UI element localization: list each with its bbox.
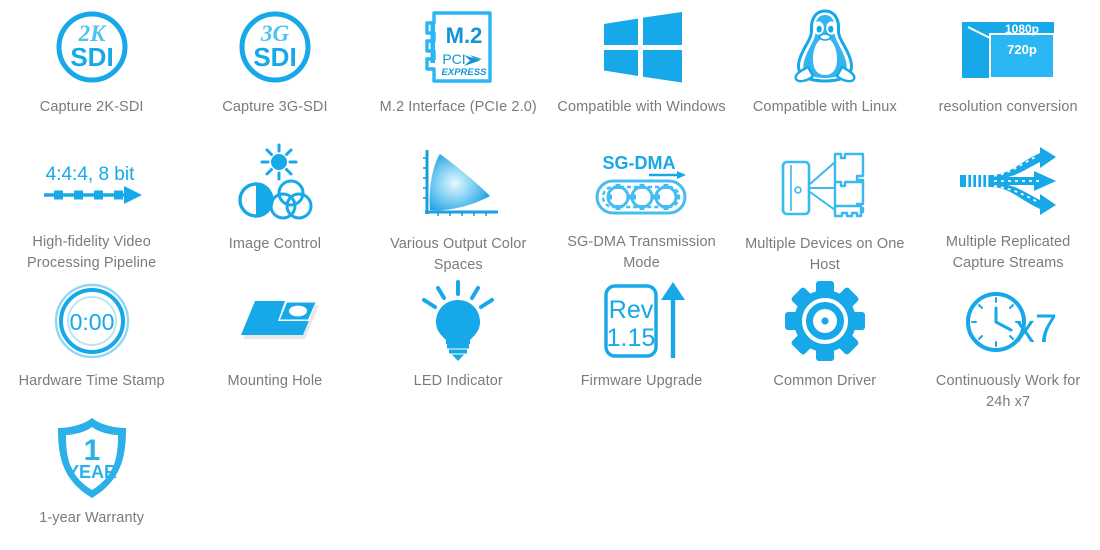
icon-text-version: 1.15 — [606, 324, 655, 352]
feature-label: M.2 Interface (PCIe 2.0) — [379, 99, 537, 115]
icon-text-time: 0:00 — [69, 309, 114, 335]
feature-label: Common Driver — [773, 373, 877, 389]
lightbulb-icon — [403, 280, 513, 361]
feature-label: Image Control — [228, 236, 322, 252]
clock-x7-icon: x7 — [953, 282, 1063, 360]
icon-text-sdi: SDI — [70, 42, 113, 72]
host-multi-card-icon — [770, 145, 880, 223]
feature-label: Hardware Time Stamp — [18, 373, 165, 389]
split-arrows-icon — [953, 145, 1063, 221]
icon-text-express: EXPRESS — [442, 67, 488, 78]
icon-text-year: YEAR — [67, 462, 117, 482]
feature-label: Capture 3G-SDI — [222, 99, 328, 115]
mounting-plate-icon — [220, 282, 330, 360]
feature-tile-capture-2k-sdi[interactable]: 2K SDI Capture 2K-SDI — [0, 0, 183, 137]
feature-tile-capture-3g-sdi[interactable]: 3G SDI Capture 3G-SDI — [183, 0, 366, 137]
firmware-rev-arrow-icon: Rev 1.15 — [587, 282, 697, 360]
feature-tile-multiple-devices[interactable]: Multiple Devices on One Host — [733, 137, 916, 274]
feature-label: resolution conversion — [938, 99, 1078, 115]
feature-tile-resolution-conversion[interactable]: 1080p 720p resolution conversion — [916, 0, 1099, 137]
feature-tile-led-indicator[interactable]: LED Indicator — [367, 274, 550, 411]
feature-grid: 2K SDI Capture 2K-SDI 3G SDI Capture 3G-… — [0, 0, 1100, 548]
feature-label: Various Output Color Spaces — [390, 236, 527, 273]
brightness-color-icon — [220, 143, 330, 223]
feature-label: Firmware Upgrade — [580, 373, 703, 389]
icon-text-sgdma: SG-DMA — [602, 153, 675, 173]
circle-2k-sdi-icon: 2K SDI — [37, 8, 147, 86]
resolution-scale-icon: 1080p 720p — [953, 8, 1063, 86]
feature-tile-compatible-windows[interactable]: Compatible with Windows — [550, 0, 733, 137]
feature-label: Mounting Hole — [227, 373, 323, 389]
feature-tile-mounting-hole[interactable]: Mounting Hole — [183, 274, 366, 411]
feature-label: Multiple Replicated Capture Streams — [945, 234, 1071, 271]
icon-text-720p: 720p — [1007, 42, 1037, 57]
feature-tile-warranty[interactable]: 1 YEAR 1-year Warranty — [0, 411, 183, 548]
feature-tile-sg-dma[interactable]: SG-DMA SG-DMA Transmission Mode — [550, 137, 733, 274]
feature-label: Capture 2K-SDI — [39, 99, 144, 115]
icon-text-sdi: SDI — [253, 42, 296, 72]
feature-tile-m2-interface[interactable]: M.2 PCI EXPRESS M.2 Interface (PCIe 2.0) — [367, 0, 550, 137]
icon-text-m2: M.2 — [446, 23, 483, 48]
icon-text-1080p: 1080p — [1005, 22, 1039, 36]
windows-logo-icon — [587, 8, 697, 86]
feature-tile-compatible-linux[interactable]: Compatible with Linux — [733, 0, 916, 137]
stopwatch-icon: 0:00 — [37, 282, 147, 360]
feature-tile-video-pipeline[interactable]: 4:4:4, 8 bit High-fidelity Video Process… — [0, 137, 183, 274]
icon-text-rev: Rev — [608, 296, 653, 324]
linux-penguin-icon — [770, 8, 880, 86]
pipeline-arrow-icon: 4:4:4, 8 bit — [37, 145, 147, 221]
circle-3g-sdi-icon: 3G SDI — [220, 8, 330, 86]
gear-icon — [770, 281, 880, 361]
icon-text-pci: PCI — [443, 51, 466, 67]
feature-tile-image-control[interactable]: Image Control — [183, 137, 366, 274]
feature-tile-common-driver[interactable]: Common Driver — [733, 274, 916, 411]
icon-text-x7: x7 — [1015, 307, 1057, 351]
feature-label: 1-year Warranty — [39, 510, 145, 526]
chromaticity-chart-icon — [403, 145, 513, 223]
feature-label: Multiple Devices on One Host — [745, 236, 905, 273]
feature-tile-continuous-work[interactable]: x7 Continuously Work for 24h x7 — [916, 274, 1099, 411]
icon-text-format: 4:4:4, 8 bit — [45, 164, 134, 185]
feature-tile-replicated-streams[interactable]: Multiple Replicated Capture Streams — [916, 137, 1099, 274]
feature-label: SG-DMA Transmission Mode — [567, 234, 716, 271]
shield-warranty-icon: 1 YEAR — [37, 418, 147, 498]
feature-tile-color-spaces[interactable]: Various Output Color Spaces — [367, 137, 550, 274]
feature-label: LED Indicator — [413, 373, 503, 389]
m2-card-icon: M.2 PCI EXPRESS — [403, 8, 513, 86]
gear-chain-icon: SG-DMA — [587, 145, 697, 221]
feature-tile-hardware-timestamp[interactable]: 0:00 Hardware Time Stamp — [0, 274, 183, 411]
feature-label: Continuously Work for 24h x7 — [935, 373, 1081, 410]
feature-label: High-fidelity Video Processing Pipeline — [27, 234, 157, 271]
feature-label: Compatible with Linux — [752, 99, 897, 115]
feature-label: Compatible with Windows — [557, 99, 726, 115]
feature-tile-firmware-upgrade[interactable]: Rev 1.15 Firmware Upgrade — [550, 274, 733, 411]
